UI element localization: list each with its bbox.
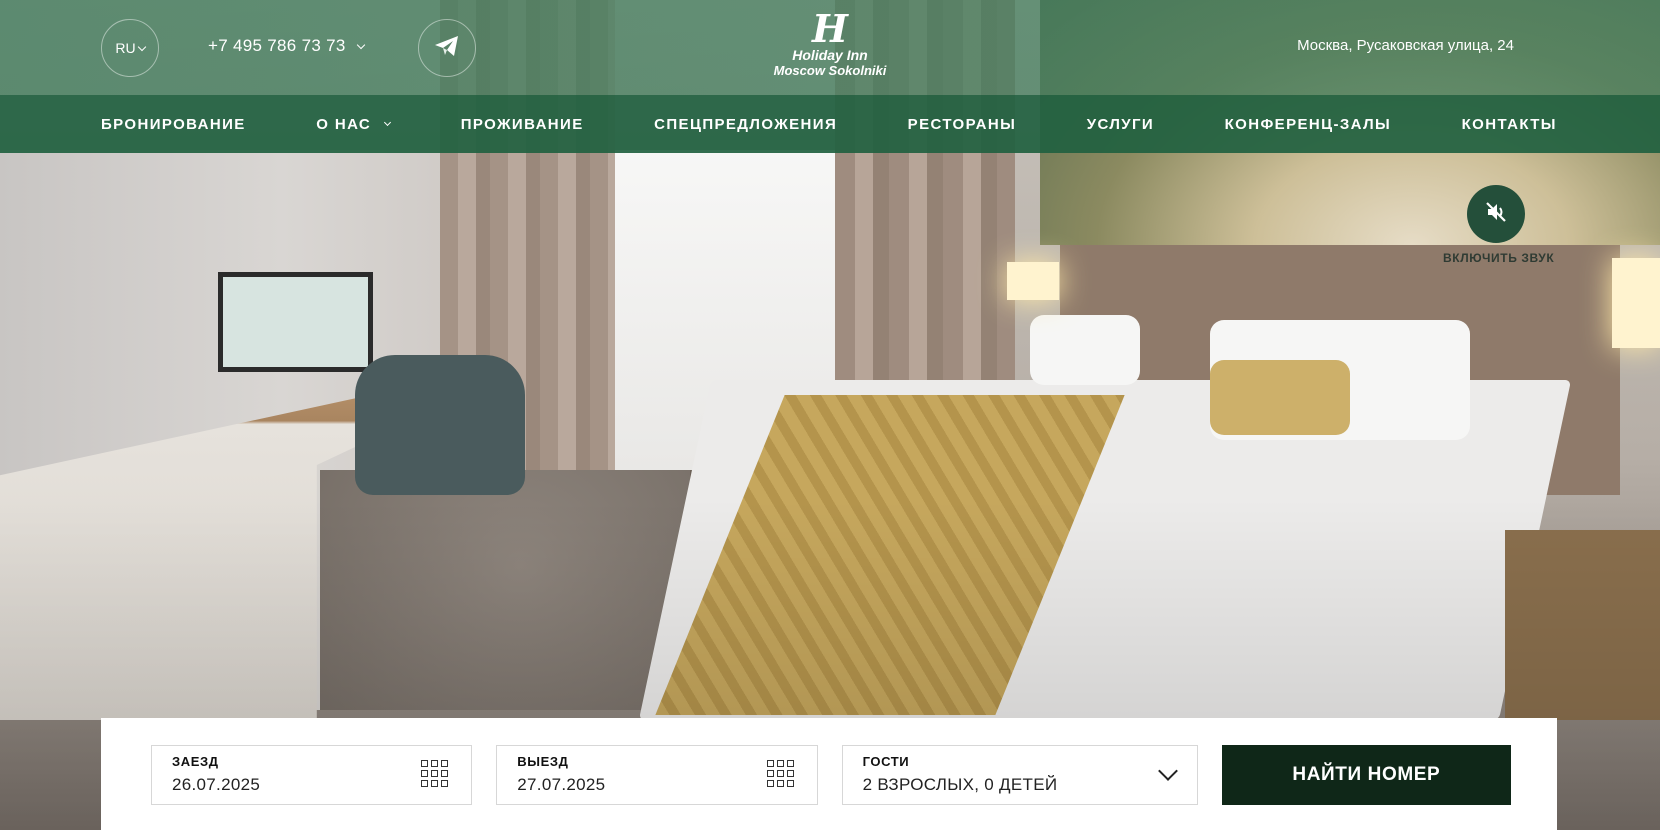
nav-item-contacts[interactable]: КОНТАКТЫ	[1462, 116, 1557, 133]
language-label: RU	[115, 40, 136, 56]
nav-item-label: О НАС	[316, 115, 372, 133]
phone-number: +7 495 786 73 73	[208, 36, 346, 55]
checkout-value: 27.07.2025	[517, 775, 606, 794]
sound-button[interactable]	[1467, 185, 1525, 243]
sound-toggle: ВКЛЮЧИТЬ ЗВУК	[1443, 185, 1555, 265]
hotel-address: Москва, Русаковская улица, 24	[1297, 37, 1514, 54]
nav-item-restaurants[interactable]: РЕСТОРАНЫ	[908, 116, 1017, 133]
main-nav: БРОНИРОВАНИЕ О НАС ПРОЖИВАНИЕ СПЕЦПРЕДЛО…	[0, 95, 1660, 153]
nav-item-label: КОНТАКТЫ	[1461, 115, 1557, 133]
booking-form: ЗАЕЗД 26.07.2025 ВЫЕЗД 27.07.2025 ГОСТИ …	[101, 718, 1557, 830]
logo-brand: Holiday Inn	[792, 47, 868, 63]
language-selector[interactable]: RU	[101, 19, 159, 77]
telegram-icon	[434, 35, 460, 62]
nav-item-label: БРОНИРОВАНИЕ	[101, 115, 246, 133]
nav-item-special-offers[interactable]: СПЕЦПРЕДЛОЖЕНИЯ	[654, 116, 837, 133]
guests-label: ГОСТИ	[862, 754, 910, 769]
sound-label: ВКЛЮЧИТЬ ЗВУК	[1443, 251, 1555, 265]
logo-subtitle: Moscow Sokolniki	[773, 63, 887, 78]
chevron-down-icon	[137, 42, 146, 51]
nav-item-label: УСЛУГИ	[1086, 115, 1155, 133]
sound-muted-icon	[1484, 200, 1508, 229]
nav-item-accommodation[interactable]: ПРОЖИВАНИЕ	[461, 116, 584, 133]
checkin-field[interactable]: ЗАЕЗД 26.07.2025	[151, 745, 473, 805]
nav-item-label: ПРОЖИВАНИЕ	[460, 115, 584, 133]
find-room-button[interactable]: НАЙТИ НОМЕР	[1221, 745, 1511, 805]
nav-item-booking[interactable]: БРОНИРОВАНИЕ	[101, 116, 246, 133]
nav-item-services[interactable]: УСЛУГИ	[1087, 116, 1154, 133]
telegram-button[interactable]	[418, 19, 476, 77]
guests-dropdown[interactable]: ГОСТИ 2 ВЗРОСЛЫХ, 0 ДЕТЕЙ	[841, 745, 1198, 805]
nav-item-conference-halls[interactable]: КОНФЕРЕНЦ-ЗАЛЫ	[1225, 116, 1391, 133]
nav-item-label: СПЕЦПРЕДЛОЖЕНИЯ	[654, 115, 838, 133]
chevron-down-icon	[356, 40, 365, 49]
logo-mark: H	[812, 6, 848, 51]
calendar-icon	[421, 760, 449, 788]
top-bar: RU +7 495 786 73 73 H Holiday Inn Moscow…	[0, 0, 1660, 95]
hotel-logo[interactable]: H Holiday Inn Moscow Sokolniki	[760, 10, 900, 88]
calendar-icon	[766, 760, 795, 788]
chevron-down-icon	[384, 118, 392, 127]
nav-item-about[interactable]: О НАС	[316, 115, 392, 133]
checkout-label: ВЫЕЗД	[517, 754, 569, 769]
checkin-value: 26.07.2025	[172, 775, 261, 794]
checkin-label: ЗАЕЗД	[172, 754, 219, 769]
nav-item-label: РЕСТОРАНЫ	[907, 115, 1017, 133]
nav-item-label: КОНФЕРЕНЦ-ЗАЛЫ	[1224, 115, 1392, 133]
guests-value: 2 ВЗРОСЛЫХ, 0 ДЕТЕЙ	[862, 775, 1058, 794]
phone-dropdown[interactable]: +7 495 786 73 73	[208, 36, 365, 56]
checkout-field[interactable]: ВЫЕЗД 27.07.2025	[496, 745, 818, 805]
